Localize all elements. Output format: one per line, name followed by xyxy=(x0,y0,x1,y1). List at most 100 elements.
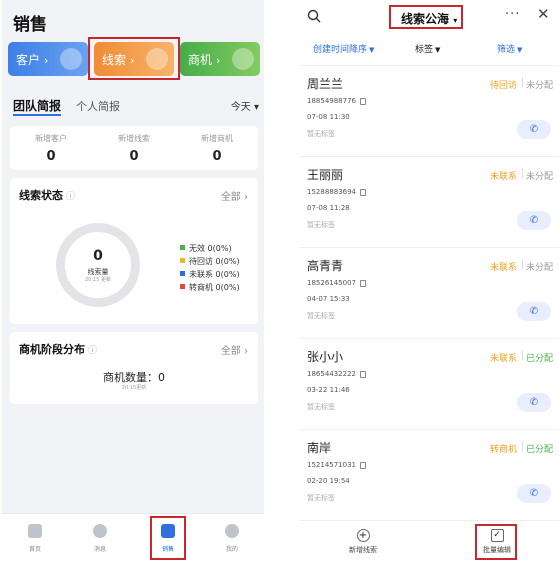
lead-time: 03-22 11:46 xyxy=(307,386,350,394)
lead-name: 王丽丽 xyxy=(307,168,344,182)
close-icon[interactable]: ✕ xyxy=(537,5,550,23)
copy-icon[interactable] xyxy=(360,279,366,287)
filter-label: 创建时间降序 xyxy=(313,45,368,55)
lead-time: 07-08 11:30 xyxy=(307,113,350,121)
phone-number: 18654432222 xyxy=(307,370,356,378)
customer-card-label: 客户 xyxy=(16,53,41,67)
nav-home[interactable]: 首页 xyxy=(10,524,60,553)
chevron-right-icon: › xyxy=(44,54,49,67)
legend-value: 0(0%) xyxy=(207,244,232,253)
phone-number: 18854988776 xyxy=(307,97,356,105)
copy-icon[interactable] xyxy=(360,370,366,378)
lead-name: 南岸 xyxy=(307,441,332,455)
lead-time: 07-08 11:28 xyxy=(307,204,350,212)
divider xyxy=(522,259,523,269)
stat-value: 0 xyxy=(129,149,139,164)
legend-value: 0(0%) xyxy=(215,283,240,292)
call-button[interactable]: ✆ xyxy=(517,393,551,412)
donut-total-value: 0 xyxy=(93,248,103,264)
sales-panel: 销售 客户 › 线索 › 商机 › 团队简报 个人简报 今天 ▾ 新增客户 0 新增线… xyxy=(2,0,264,563)
briefing-tabs: 团队简报 个人简报 今天 ▾ xyxy=(13,97,259,116)
view-all-link[interactable]: 全部 › xyxy=(221,342,248,357)
help-icon[interactable]: ⓘ xyxy=(66,192,75,202)
opportunity-card[interactable]: 商机 › xyxy=(180,42,260,76)
lead-item[interactable]: 王丽丽 未联系 未分配 15288883694 07-08 11:28 暂无标签… xyxy=(299,158,559,248)
help-icon[interactable]: ⓘ xyxy=(88,346,97,356)
stat-new-customers[interactable]: 新增客户 0 xyxy=(10,133,92,164)
customer-card[interactable]: 客户 › xyxy=(8,42,88,76)
period-dropdown[interactable]: 今天 ▾ xyxy=(231,98,259,113)
phone-icon: ✆ xyxy=(529,397,539,408)
caret-down-icon: ▾ xyxy=(253,102,259,113)
stat-value: 0 xyxy=(46,149,56,164)
view-all-link[interactable]: 全部 › xyxy=(221,188,248,203)
nav-label: 消息 xyxy=(93,546,106,553)
opportunity-stage-card: 商机阶段分布 ⓘ 全部 › 商机数量：0 20:15更新 xyxy=(10,332,258,404)
stat-new-opportunities[interactable]: 新增商机 0 xyxy=(176,133,258,164)
filter-screen[interactable]: 筛选 ▼ xyxy=(497,42,522,55)
divider xyxy=(522,350,523,360)
nav-label: 我的 xyxy=(225,546,238,553)
lead-item[interactable]: 南岸 转商机 已分配 15214571031 02-20 19:54 暂无标签 … xyxy=(299,431,559,521)
legend-swatch xyxy=(180,284,185,289)
tab-personal-briefing[interactable]: 个人简报 xyxy=(76,98,120,114)
caret-down-icon: ▼ xyxy=(369,46,375,54)
stat-label: 新增客户 xyxy=(35,134,67,143)
lead-assignment: 未分配 xyxy=(525,172,553,182)
section-title-text: 线索状态 xyxy=(19,189,63,202)
filter-tags[interactable]: 标签 ▼ xyxy=(415,42,440,55)
call-button[interactable]: ✆ xyxy=(517,211,551,230)
add-lead-button[interactable]: + 新增线索 xyxy=(333,529,393,555)
stat-value: 0 xyxy=(212,149,222,164)
phone-icon: ✆ xyxy=(529,488,539,499)
nav-me[interactable]: 我的 xyxy=(207,524,257,553)
profile-icon xyxy=(225,524,239,538)
stat-label: 新增线索 xyxy=(118,134,150,143)
home-icon xyxy=(28,524,42,538)
caret-down-icon: ▼ xyxy=(435,46,441,54)
divider xyxy=(522,168,523,178)
caret-down-icon: ▼ xyxy=(517,46,523,54)
legend-item: 未联系 0(0%) xyxy=(180,268,240,281)
lead-item[interactable]: 张小小 未联系 已分配 18654432222 03-22 11:46 暂无标签… xyxy=(299,340,559,430)
legend-item: 无效 0(0%) xyxy=(180,242,240,255)
phone-icon: ✆ xyxy=(529,306,539,317)
section-title: 商机阶段分布 ⓘ xyxy=(19,341,97,357)
copy-icon[interactable] xyxy=(360,461,366,469)
lead-tag: 暂无标签 xyxy=(307,312,335,320)
stat-new-leads[interactable]: 新增线索 0 xyxy=(93,133,175,164)
stat-label: 新增商机 xyxy=(201,134,233,143)
copy-icon[interactable] xyxy=(360,188,366,196)
period-label: 今天 xyxy=(230,102,251,113)
active-tab-indicator xyxy=(13,114,61,116)
legend-label: 转商机 xyxy=(189,283,213,292)
filter-label: 标签 xyxy=(415,45,434,55)
copy-icon[interactable] xyxy=(360,97,366,105)
lead-item[interactable]: 周兰兰 待回访 未分配 18854988776 07-08 11:30 暂无标签… xyxy=(299,67,559,157)
more-icon[interactable]: ··· xyxy=(505,7,520,22)
section-title: 线索状态 ⓘ xyxy=(19,187,75,203)
lead-tag: 暂无标签 xyxy=(307,494,335,502)
filter-label: 筛选 xyxy=(497,45,516,55)
lead-name: 高青青 xyxy=(307,259,344,273)
filter-sort[interactable]: 创建时间降序 ▼ xyxy=(313,42,374,55)
person-icon xyxy=(60,48,82,70)
phone-number: 18526145007 xyxy=(307,279,356,287)
call-button[interactable]: ✆ xyxy=(517,120,551,139)
lead-item[interactable]: 高青青 未联系 未分配 18526145007 04-07 15:33 暂无标签… xyxy=(299,249,559,339)
lead-tag: 暂无标签 xyxy=(307,221,335,229)
call-button[interactable]: ✆ xyxy=(517,484,551,503)
phone-icon: ✆ xyxy=(529,215,539,226)
tab-team-briefing[interactable]: 团队简报 xyxy=(13,97,61,114)
nav-messages[interactable]: 消息 xyxy=(75,524,125,553)
lead-time: 04-07 15:33 xyxy=(307,295,350,303)
legend-swatch xyxy=(180,271,185,276)
lead-assignment: 未分配 xyxy=(525,81,553,91)
bottom-nav: 首页 消息 销售 我的 xyxy=(2,513,264,563)
call-button[interactable]: ✆ xyxy=(517,302,551,321)
search-icon[interactable] xyxy=(307,9,321,23)
phone-number: 15214571031 xyxy=(307,461,356,469)
opportunity-card-label: 商机 xyxy=(188,53,213,67)
lead-phone: 15288883694 xyxy=(307,188,366,196)
legend-label: 未联系 xyxy=(189,270,213,279)
